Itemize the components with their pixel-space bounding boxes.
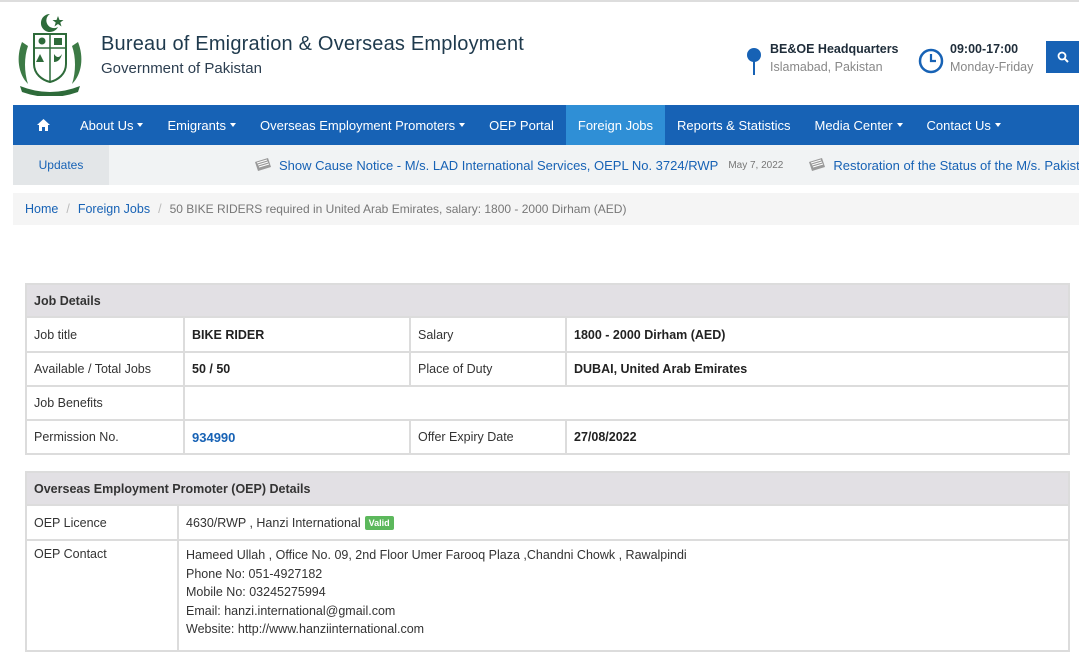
nav-oep[interactable]: Overseas Employment Promoters [248,105,477,145]
contact-email: Email: hanzi.international@gmail.com [186,603,396,618]
newspaper-icon [809,158,826,171]
job-title-label: Job title [27,318,185,353]
hq-location: Islamabad, Pakistan [770,60,883,74]
table-row: OEP Contact Hameed Ullah , Office No. 09… [27,539,1068,650]
nav-label: Emigrants [167,117,227,133]
nav-foreign-jobs[interactable]: Foreign Jobs [565,105,666,145]
ticker-date: May 7, 2022 [728,159,784,171]
table-row: Job title BIKE RIDER Salary 1800 - 2000 … [27,318,1068,353]
clock-icon [918,48,944,74]
nav-contact-us[interactable]: Contact Us [915,105,1013,145]
chevron-down-icon [230,123,237,127]
office-days: Monday-Friday [950,60,1034,74]
home-icon [37,119,50,131]
benefits-value [183,385,1068,421]
expiry-label: Offer Expiry Date [409,419,567,453]
job-title-value: BIKE RIDER [183,318,411,353]
ticker-track: Show Cause Notice - M/s. LAD Internation… [253,145,1079,185]
contact-mobile: Mobile No: 03245275994 [186,585,326,599]
table-row: Job Benefits [27,385,1068,421]
nav-media-center[interactable]: Media Center [802,105,914,145]
breadcrumb: Home / Foreign Jobs / 50 BIKE RIDERS req… [13,193,1079,225]
updates-ticker: Updates Show Cause Notice - M/s. LAD Int… [13,145,1079,185]
nav-label: Contact Us [926,117,991,133]
nav-about-us[interactable]: About Us [68,105,155,145]
breadcrumb-current: 50 BIKE RIDERS required in United Arab E… [169,202,627,216]
place-value: DUBAI, United Arab Emirates [565,351,1068,387]
oep-details-panel: Overseas Employment Promoter (OEP) Detai… [25,471,1070,652]
contact-label: OEP Contact [27,539,179,650]
main-nav: About Us Emigrants Overseas Employment P… [13,105,1079,145]
ticker-text: Restoration of the Status of the M/s. Pa… [833,157,1079,173]
breadcrumb-foreign-jobs[interactable]: Foreign Jobs [78,202,150,216]
nav-label: Foreign Jobs [577,117,654,133]
permission-link[interactable]: 934990 [192,430,235,445]
nav-label: Overseas Employment Promoters [260,117,456,133]
status-badge: Valid [364,515,394,530]
org-title: Bureau of Emigration & Overseas Employme… [101,33,525,55]
breadcrumb-separator: / [66,202,70,216]
place-label: Place of Duty [409,351,567,387]
job-details-table: Job title BIKE RIDER Salary 1800 - 2000 … [27,318,1068,453]
ticker-item[interactable]: Show Cause Notice - M/s. LAD Internation… [253,157,783,173]
contact-website: Website: http://www.hanziinternational.c… [186,622,425,636]
breadcrumb-separator: / [158,202,162,216]
updates-label: Updates [13,145,109,185]
permission-label: Permission No. [27,419,185,453]
ticker-text: Show Cause Notice - M/s. LAD Internation… [279,157,719,173]
newspaper-icon [255,158,271,171]
chevron-down-icon [896,123,903,127]
benefits-label: Job Benefits [27,385,185,421]
nav-reports[interactable]: Reports & Statistics [665,105,802,145]
contact-cell: Hameed Ullah , Office No. 09, 2nd Floor … [177,539,1068,650]
contact-address: Hameed Ullah , Office No. 09, 2nd Floor … [186,548,687,562]
salary-label: Salary [409,318,567,353]
nav-home[interactable] [13,105,68,145]
site-header: Bureau of Emigration & Overseas Employme… [0,2,1079,105]
licence-value: 4630/RWP , Hanzi International [186,515,361,530]
job-details-panel: Job Details Job title BIKE RIDER Salary … [25,283,1070,455]
chevron-down-icon [994,123,1001,127]
nav-label: Media Center [814,117,893,133]
office-hours: 09:00-17:00 [950,42,1019,56]
licence-label: OEP Licence [27,506,179,541]
expiry-value: 27/08/2022 [565,419,1068,453]
licence-cell: 4630/RWP , Hanzi International Valid [177,506,1068,541]
oep-details-table: OEP Licence 4630/RWP , Hanzi Internation… [27,506,1068,650]
jobs-label: Available / Total Jobs [27,351,185,387]
jobs-value: 50 / 50 [183,351,411,387]
state-emblem-logo[interactable] [14,12,86,96]
hq-title: BE&OE Headquarters [770,42,899,56]
permission-cell: 934990 [183,419,411,453]
search-button[interactable] [1046,41,1079,73]
nav-label: About Us [80,117,134,133]
nav-oep-portal[interactable]: OEP Portal [477,105,566,145]
chevron-down-icon [137,123,144,127]
search-icon [1057,51,1069,63]
job-details-heading: Job Details [27,285,1068,318]
contact-phone: Phone No: 051-4927182 [186,566,323,581]
table-row: OEP Licence 4630/RWP , Hanzi Internation… [27,506,1068,541]
ticker-item[interactable]: Restoration of the Status of the M/s. Pa… [807,157,1079,173]
table-row: Available / Total Jobs 50 / 50 Place of … [27,351,1068,387]
org-subtitle: Government of Pakistan [101,60,262,77]
map-pin-icon [747,48,761,75]
oep-details-heading: Overseas Employment Promoter (OEP) Detai… [27,473,1068,506]
chevron-down-icon [459,123,466,127]
table-row: Permission No. 934990 Offer Expiry Date … [27,419,1068,453]
nav-label: OEP Portal [489,117,554,133]
breadcrumb-home[interactable]: Home [25,202,58,216]
nav-label: Reports & Statistics [677,117,791,133]
salary-value: 1800 - 2000 Dirham (AED) [565,318,1068,353]
nav-emigrants[interactable]: Emigrants [155,105,248,145]
